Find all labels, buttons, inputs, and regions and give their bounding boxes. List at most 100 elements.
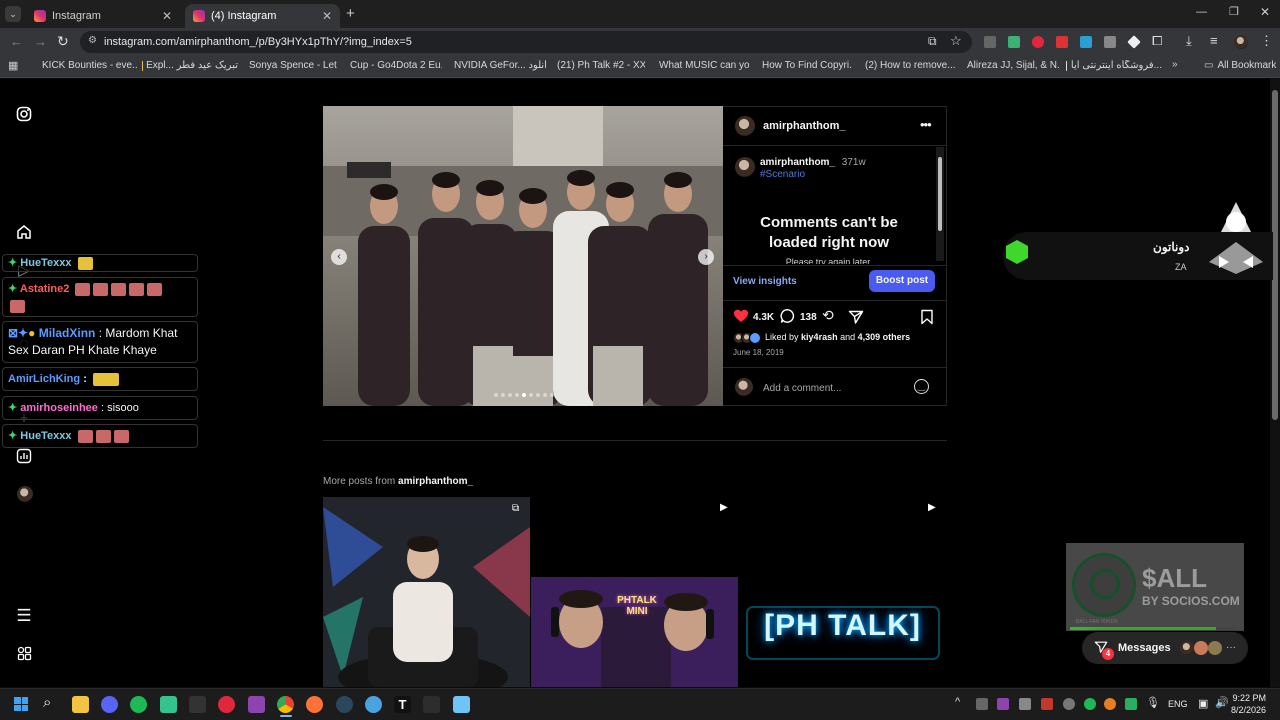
extension-icon[interactable] bbox=[1032, 36, 1044, 48]
tab-search-button[interactable]: ⌄ bbox=[5, 6, 21, 22]
carousel-dot[interactable] bbox=[529, 393, 533, 397]
home-icon[interactable] bbox=[15, 224, 33, 242]
bookmarks-overflow-icon[interactable]: » bbox=[1172, 59, 1178, 70]
volume-icon[interactable]: 🔊 bbox=[1215, 696, 1229, 709]
new-tab-button[interactable]: + bbox=[346, 5, 355, 22]
more-options-icon[interactable]: ••• bbox=[920, 117, 932, 132]
post-date[interactable]: June 18, 2019 bbox=[733, 348, 784, 357]
carousel-next-button[interactable]: › bbox=[698, 249, 714, 265]
close-window-button[interactable]: ✕ bbox=[1260, 5, 1270, 19]
spotify-icon[interactable] bbox=[130, 696, 147, 713]
also-from-meta-icon[interactable] bbox=[15, 645, 33, 663]
caption-username[interactable]: amirphanthom_ bbox=[760, 157, 835, 168]
more-posts-user[interactable]: amirphanthom_ bbox=[398, 476, 473, 487]
instagram-logo-icon[interactable] bbox=[15, 106, 33, 124]
carousel-dot[interactable] bbox=[508, 393, 512, 397]
site-info-icon[interactable]: ⚙ bbox=[88, 35, 97, 46]
repost-icon[interactable]: ⟲ bbox=[822, 307, 834, 324]
tray-icon[interactable] bbox=[1104, 698, 1116, 710]
tray-icon[interactable] bbox=[1063, 698, 1075, 710]
carousel-dot[interactable] bbox=[543, 393, 547, 397]
messages-pill[interactable]: 4 Messages ··· bbox=[1082, 632, 1248, 664]
profile-avatar[interactable] bbox=[1234, 35, 1248, 49]
tray-icon[interactable] bbox=[1041, 698, 1053, 710]
language-indicator[interactable]: ENG bbox=[1168, 699, 1188, 709]
author-username[interactable]: amirphanthom_ bbox=[763, 120, 846, 132]
file-explorer-icon[interactable] bbox=[72, 696, 89, 713]
carousel-dot[interactable] bbox=[536, 393, 540, 397]
app-icon[interactable]: T bbox=[394, 696, 411, 713]
tab-instagram[interactable]: Instagram ✕ bbox=[26, 4, 180, 28]
bookmark-item[interactable]: (2) How to remove... bbox=[861, 60, 955, 71]
comment-count[interactable]: 138 bbox=[800, 312, 817, 323]
post-photo[interactable] bbox=[323, 106, 723, 406]
tray-icon[interactable] bbox=[1084, 698, 1096, 710]
share-icon[interactable] bbox=[848, 309, 864, 325]
tray-icon[interactable] bbox=[1019, 698, 1031, 710]
reload-icon[interactable]: ↻ bbox=[57, 33, 69, 50]
tray-icon[interactable] bbox=[1125, 698, 1137, 710]
carousel-dot[interactable] bbox=[550, 393, 554, 397]
app-icon[interactable] bbox=[365, 696, 382, 713]
extension-icon[interactable] bbox=[984, 36, 996, 48]
tray-icon[interactable] bbox=[997, 698, 1009, 710]
terminal-icon[interactable] bbox=[423, 696, 440, 713]
tab-instagram-active[interactable]: (4) Instagram ✕ bbox=[185, 4, 340, 28]
insights-icon[interactable] bbox=[15, 448, 33, 466]
back-icon[interactable]: ← bbox=[10, 34, 23, 49]
more-menu-icon[interactable]: ☰ bbox=[15, 607, 33, 625]
liked-by-user[interactable]: kiy4rash bbox=[801, 332, 838, 342]
bookmark-item[interactable]: What MUSIC can yo... bbox=[655, 60, 749, 71]
extension-icon[interactable] bbox=[1008, 36, 1020, 48]
grid-post-tile[interactable]: ⧉ bbox=[323, 497, 530, 687]
comment-icon[interactable] bbox=[780, 308, 796, 324]
bookmark-item[interactable]: Cup - Go4Dota 2 Eu... bbox=[346, 60, 442, 71]
chrome-menu-icon[interactable]: ⋮ bbox=[1260, 33, 1273, 49]
restore-button[interactable]: ❐ bbox=[1229, 5, 1239, 18]
like-icon[interactable] bbox=[733, 308, 749, 324]
address-bar[interactable]: ⚙ instagram.com/amirphanthom_/p/By3HYx1p… bbox=[80, 31, 972, 53]
clock-time[interactable]: 9:22 PM bbox=[1232, 693, 1266, 703]
all-bookmarks[interactable]: ▭ All Bookmarks bbox=[1204, 60, 1276, 71]
chrome-icon[interactable] bbox=[277, 696, 294, 713]
app-icon[interactable] bbox=[218, 696, 235, 713]
bookmark-item[interactable]: فروشگاه اینترنتی ایا... bbox=[1066, 60, 1162, 71]
carousel-dot[interactable] bbox=[522, 393, 526, 397]
add-comment-input[interactable]: Add a comment... bbox=[763, 383, 841, 394]
grid-post-tile[interactable]: PHTALK MINI ▶ bbox=[531, 497, 738, 687]
carousel-dot[interactable] bbox=[494, 393, 498, 397]
bookmark-item[interactable]: (21) Ph Talk #2 - XX... bbox=[553, 60, 645, 71]
network-icon[interactable]: ▣ bbox=[1198, 697, 1208, 710]
windows-start-icon[interactable] bbox=[14, 697, 28, 711]
bookmark-star-icon[interactable]: ☆ bbox=[950, 33, 962, 49]
close-tab-icon[interactable]: ✕ bbox=[322, 9, 332, 23]
author-avatar[interactable] bbox=[735, 116, 755, 136]
carousel-dot[interactable] bbox=[515, 393, 519, 397]
boost-post-button[interactable]: Boost post bbox=[869, 270, 935, 292]
discord-icon[interactable] bbox=[101, 696, 118, 713]
caption-avatar[interactable] bbox=[735, 157, 755, 177]
extension-icon[interactable] bbox=[1056, 36, 1068, 48]
comments-scrollbar-thumb[interactable] bbox=[938, 157, 942, 231]
grid-post-tile[interactable]: [PH TALK] ▶ bbox=[739, 497, 946, 687]
bookmark-item[interactable]: Alireza JJ, Sijal, & N... bbox=[963, 60, 1059, 71]
profile-nav-avatar[interactable] bbox=[17, 486, 33, 502]
view-insights-link[interactable]: View insights bbox=[733, 276, 797, 287]
carousel-dot[interactable] bbox=[501, 393, 505, 397]
forward-icon[interactable]: → bbox=[34, 34, 47, 49]
extension-icon[interactable] bbox=[1104, 36, 1116, 48]
bookmark-item[interactable]: How To Find Copyri... bbox=[758, 60, 852, 71]
notepad-icon[interactable] bbox=[453, 696, 470, 713]
bookmark-item[interactable]: KICK Bounties - eve... bbox=[38, 60, 138, 71]
tray-icon[interactable] bbox=[976, 698, 988, 710]
downloads-icon[interactable]: ⤓ bbox=[1186, 33, 1192, 49]
app-icon[interactable] bbox=[160, 696, 177, 713]
like-count[interactable]: 4.3K bbox=[753, 312, 774, 323]
apps-grid-icon[interactable]: ▦ bbox=[8, 59, 18, 72]
minimize-button[interactable]: — bbox=[1196, 6, 1207, 18]
extensions-puzzle-icon[interactable]: ⧠ bbox=[1152, 33, 1162, 49]
bookmark-item[interactable]: NVIDIA GeFor... دانلود bbox=[450, 60, 546, 71]
app-icon[interactable] bbox=[189, 696, 206, 713]
save-icon[interactable] bbox=[920, 309, 934, 325]
liked-by-others[interactable]: 4,309 others bbox=[858, 332, 911, 342]
